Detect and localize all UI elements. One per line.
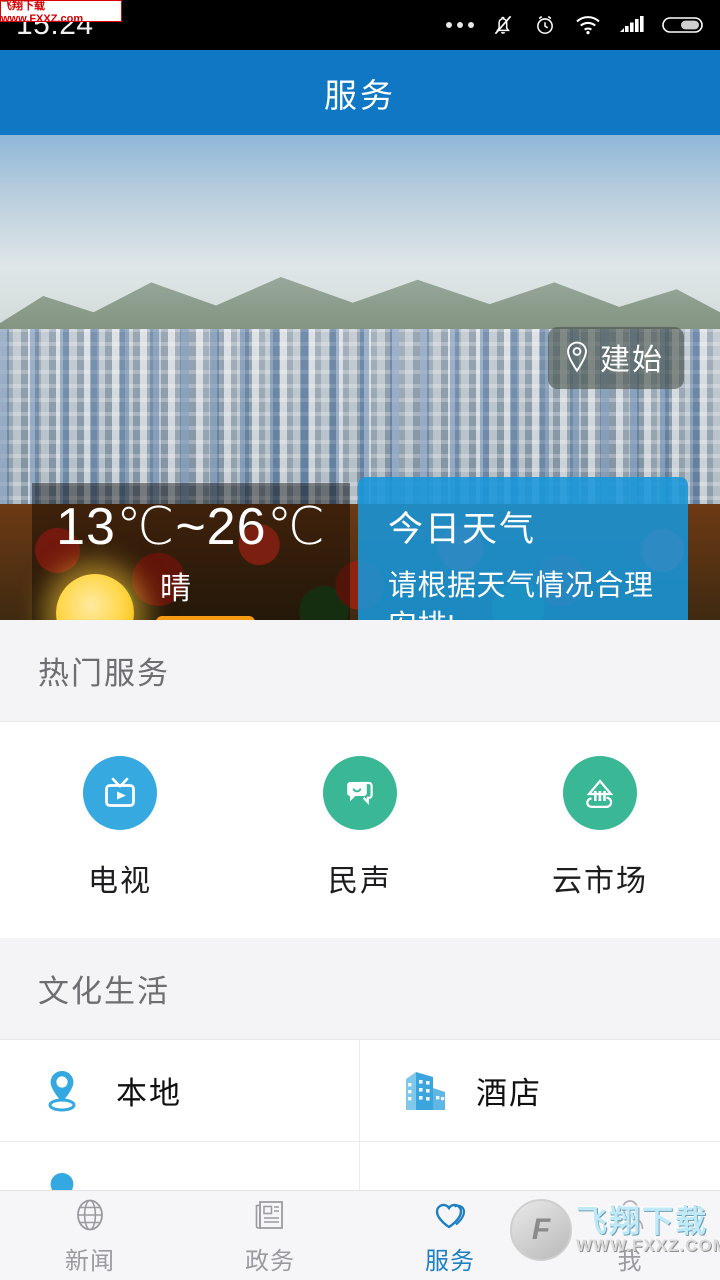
cultural-item-label: 本地 [116, 1068, 182, 1113]
weather-tip-title: 今日天气 [388, 501, 662, 552]
alarm-clock-icon [532, 12, 558, 38]
tab-news[interactable]: 新闻 [0, 1196, 180, 1276]
tab-label: 我 [618, 1241, 643, 1276]
tv-icon [83, 756, 157, 830]
cultural-item-local[interactable]: 本地 [0, 1040, 360, 1142]
signal-bars-icon [618, 13, 646, 37]
location-name: 建始 [600, 335, 664, 379]
globe-icon [71, 1196, 109, 1234]
wifi-icon [574, 13, 602, 37]
hot-service-voice[interactable]: 民声 [240, 756, 480, 900]
hot-service-label: 民声 [328, 856, 392, 900]
tab-services[interactable]: 服务 [360, 1196, 540, 1276]
temperature-range: 13℃~26℃ [32, 497, 350, 557]
hot-service-label: 电视 [88, 856, 152, 900]
weather-tip-card[interactable]: 今日天气 请根据天气情况合理安排! [358, 477, 688, 620]
watermark-top: 飞翔下载 www.FXXZ.com [0, 0, 122, 22]
buildings-icon [396, 1068, 448, 1114]
battery-icon [662, 13, 704, 37]
hearts-icon [430, 1196, 470, 1234]
app-screen: 15:24 [0, 0, 720, 1280]
chat-bubbles-icon [323, 756, 397, 830]
cloud-market-icon [563, 756, 637, 830]
tab-label: 政务 [245, 1241, 295, 1276]
cultural-item-hotel[interactable]: 酒店 [360, 1040, 720, 1142]
newspaper-icon [251, 1196, 289, 1234]
hot-service-cloud-market[interactable]: 云市场 [480, 756, 720, 900]
bell-muted-icon [490, 12, 516, 38]
status-bar: 15:24 [0, 0, 720, 50]
tab-profile[interactable]: 我 [540, 1196, 720, 1276]
cultural-item-label: 酒店 [476, 1068, 542, 1113]
tab-government[interactable]: 政务 [180, 1196, 360, 1276]
cultural-life-title: 文化生活 [38, 966, 170, 1011]
more-dots-icon [446, 22, 474, 28]
location-pin-icon [564, 341, 590, 373]
person-icon [611, 1196, 649, 1234]
weather-tip-body: 请根据天气情况合理安排! [388, 566, 662, 620]
aqi-badge: 37 良 [156, 616, 255, 620]
sun-icon [56, 574, 134, 620]
hot-service-tv[interactable]: 电视 [0, 756, 240, 900]
status-icons [446, 12, 704, 38]
weather-hero: 建始 13℃~26℃ 晴 37 良 今日天气 请根据天气情况合理安排! [0, 135, 720, 620]
hot-services-header: 热门服务 [0, 620, 720, 722]
app-header: 服务 [0, 50, 720, 135]
hot-services-title: 热门服务 [38, 648, 170, 693]
map-pin-icon [36, 1068, 88, 1114]
tab-label: 新闻 [65, 1241, 115, 1276]
weather-condition: 晴 [156, 563, 192, 608]
weather-card[interactable]: 13℃~26℃ 晴 37 良 [32, 483, 350, 620]
page-title: 服务 [324, 69, 396, 117]
tab-label: 服务 [425, 1241, 475, 1276]
cultural-life-header: 文化生活 [0, 938, 720, 1040]
hot-service-label: 云市场 [552, 856, 648, 900]
bottom-tabbar: 新闻 政务 服务 我 [0, 1190, 720, 1280]
location-chip[interactable]: 建始 [548, 327, 684, 389]
hot-services-list: 电视 民声 云市场 [0, 722, 720, 938]
